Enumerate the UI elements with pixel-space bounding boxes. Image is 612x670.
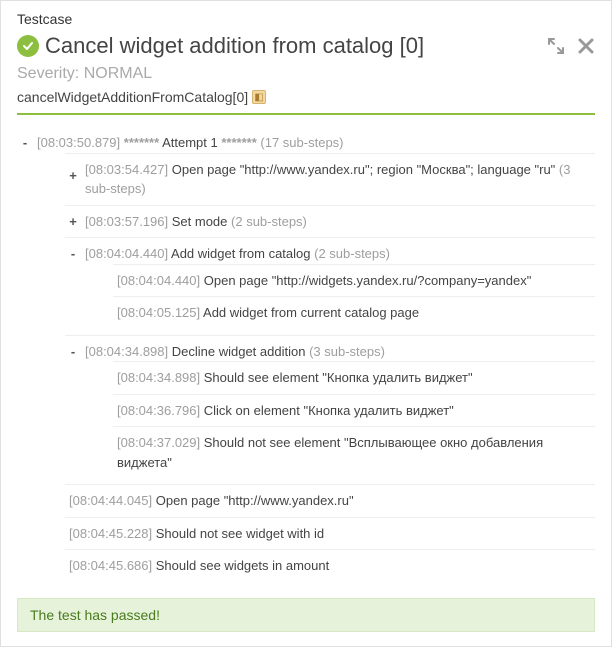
step-label: Open page "http://www.yandex.ru"; region… xyxy=(172,162,556,177)
severity-label: Severity: NORMAL xyxy=(17,65,595,83)
collapse-toggle[interactable]: - xyxy=(19,133,31,153)
step-node: -[08:04:34.898] Decline widget addition … xyxy=(65,335,595,485)
step-node: + [08:03:57.196] Set mode (2 sub-steps) xyxy=(65,205,595,238)
result-message: The test has passed! xyxy=(17,598,595,632)
timestamp: [08:03:50.879] xyxy=(37,135,120,150)
timestamp: [08:04:36.796] xyxy=(117,403,204,418)
attachment-icon[interactable]: ◧ xyxy=(252,90,266,104)
step-node: -[08:04:04.440] Add widget from catalog … xyxy=(65,237,595,335)
step-label: Should not see widget with id xyxy=(156,526,324,541)
step-node: [08:04:34.898] Should see element "Кнопк… xyxy=(113,361,595,394)
substeps-count: (3 sub-steps) xyxy=(305,344,384,359)
step-tree: - [08:03:50.879] ******* Attempt 1 *****… xyxy=(17,127,595,588)
step-label: Add widget from catalog xyxy=(171,246,310,261)
step-label: Add widget from current catalog page xyxy=(203,305,419,320)
step-label: Should see element "Кнопка удалить видже… xyxy=(204,370,473,385)
attempt-node: - [08:03:50.879] ******* Attempt 1 *****… xyxy=(17,127,595,588)
substeps-count: (2 sub-steps) xyxy=(311,246,390,261)
step-label: Open page "http://widgets.yandex.ru/?com… xyxy=(204,273,532,288)
stars: ******* xyxy=(124,135,159,150)
step-label: Open page "http://www.yandex.ru" xyxy=(156,493,354,508)
title-row: Cancel widget addition from catalog [0] xyxy=(17,33,595,59)
testcase-title: Cancel widget addition from catalog [0] xyxy=(45,33,541,59)
testcase-panel: Testcase Cancel widget addition from cat… xyxy=(0,0,612,647)
timestamp: [08:04:04.440] xyxy=(117,273,204,288)
step-node: + [08:03:54.427] Open page "http://www.ya… xyxy=(65,153,595,205)
step-node: [08:04:44.045] Open page "http://www.yan… xyxy=(65,484,595,517)
step-node: [08:04:05.125] Add widget from current c… xyxy=(113,296,595,329)
collapse-toggle[interactable]: - xyxy=(67,244,79,264)
step-node: [08:04:04.440] Open page "http://widgets… xyxy=(113,264,595,297)
stars: ******* xyxy=(221,135,256,150)
timestamp: [08:04:05.125] xyxy=(117,305,203,320)
panel-label: Testcase xyxy=(17,11,595,27)
title-actions xyxy=(547,37,595,55)
timestamp: [08:04:44.045] xyxy=(69,493,156,508)
method-name: cancelWidgetAdditionFromCatalog[0] xyxy=(17,89,248,105)
timestamp: [08:04:34.898] xyxy=(117,370,204,385)
step-node: [08:04:37.029] Should not see element "В… xyxy=(113,426,595,478)
expand-toggle[interactable]: + xyxy=(67,212,79,232)
timestamp: [08:03:57.196] xyxy=(85,214,172,229)
substeps-count: (2 sub-steps) xyxy=(227,214,306,229)
collapse-toggle[interactable]: - xyxy=(67,342,79,362)
timestamp: [08:04:37.029] xyxy=(117,435,204,450)
timestamp: [08:04:45.228] xyxy=(69,526,156,541)
close-icon[interactable] xyxy=(577,37,595,55)
step-node: [08:04:45.686] Should see widgets in amo… xyxy=(65,549,595,582)
timestamp: [08:04:34.898] xyxy=(85,344,172,359)
step-node: [08:04:36.796] Click on element "Кнопка … xyxy=(113,394,595,427)
divider xyxy=(17,113,595,115)
substeps-count: (17 sub-steps) xyxy=(260,135,343,150)
expand-toggle[interactable]: + xyxy=(67,166,79,186)
check-circle-icon xyxy=(17,35,39,57)
method-row: cancelWidgetAdditionFromCatalog[0] ◧ xyxy=(17,89,595,105)
expand-icon[interactable] xyxy=(547,37,565,55)
timestamp: [08:03:54.427] xyxy=(85,162,172,177)
timestamp: [08:04:45.686] xyxy=(69,558,156,573)
timestamp: [08:04:04.440] xyxy=(85,246,171,261)
step-node: [08:04:45.228] Should not see widget wit… xyxy=(65,517,595,550)
step-label: Decline widget addition xyxy=(172,344,306,359)
step-label: Should see widgets in amount xyxy=(156,558,329,573)
step-label: Click on element "Кнопка удалить виджет" xyxy=(204,403,454,418)
step-label: Attempt 1 xyxy=(162,135,218,150)
step-label: Set mode xyxy=(172,214,228,229)
